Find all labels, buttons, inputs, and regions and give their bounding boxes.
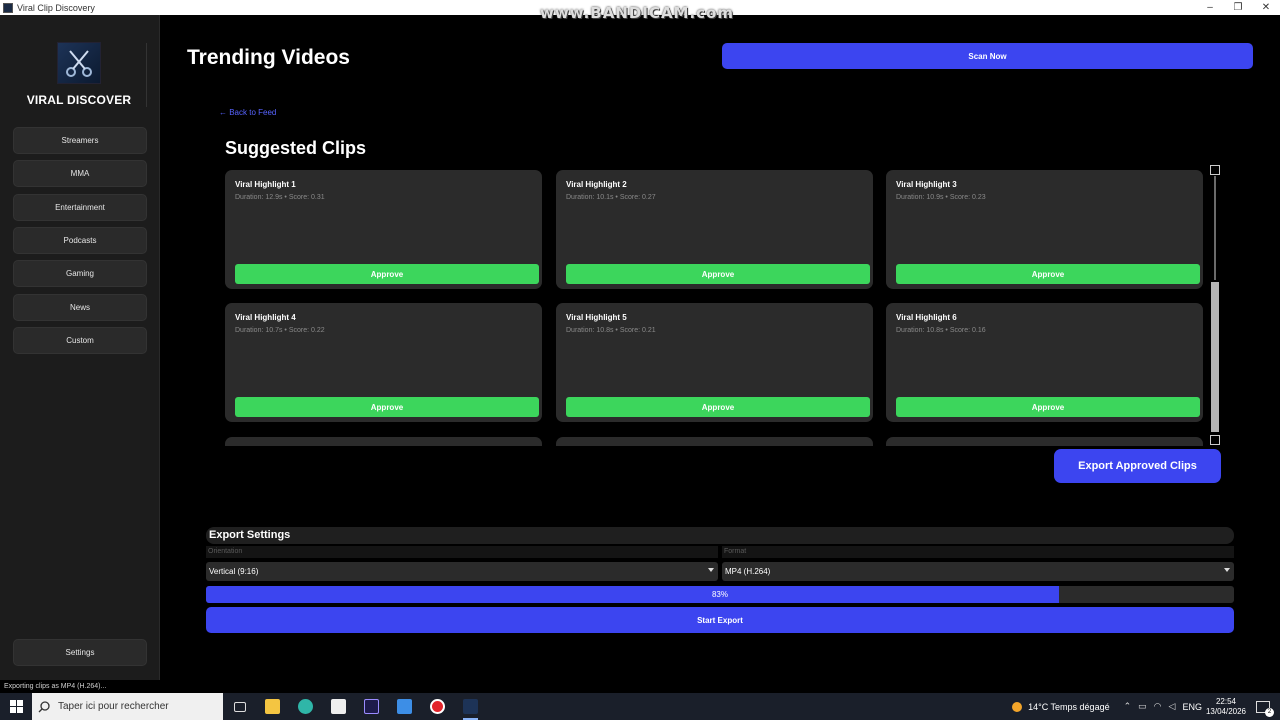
taskbar: Taper ici pour rechercher 14°C Temps dég… <box>0 693 1280 720</box>
scan-now-button[interactable]: Scan Now <box>722 43 1253 69</box>
clip-title: Viral Highlight 4 <box>235 313 296 322</box>
clip-card: Viral Highlight 2 Duration: 10.1s • Scor… <box>556 170 873 289</box>
clip-title: Viral Highlight 5 <box>566 313 627 322</box>
scroll-down-icon[interactable] <box>1210 435 1220 445</box>
sidebar-item-gaming[interactable]: Gaming <box>13 260 147 287</box>
clip-meta: Duration: 10.8s • Score: 0.21 <box>566 327 656 334</box>
clock-date: 13/04/2026 <box>1205 706 1246 716</box>
search-placeholder: Taper ici pour rechercher <box>58 701 169 712</box>
system-tray: 14°C Temps dégagé ⌃ ▭ ◠ ◁ ENG 22:54 13/0… <box>1012 693 1280 720</box>
bandicam-record-icon[interactable] <box>421 693 454 720</box>
scroll-track <box>1214 176 1216 280</box>
sidebar-item-podcasts[interactable]: Podcasts <box>13 227 147 254</box>
store-icon[interactable] <box>322 693 355 720</box>
export-settings-header: Export Settings <box>206 527 1234 544</box>
sidebar-item-mma[interactable]: MMA <box>13 160 147 187</box>
volume-icon[interactable]: ◁ <box>1169 701 1176 712</box>
task-view-icon[interactable] <box>223 693 256 720</box>
orientation-label: Orientation <box>206 546 718 558</box>
scroll-thumb[interactable] <box>1211 282 1219 432</box>
close-icon[interactable]: ✕ <box>1252 0 1280 15</box>
clip-title: Viral Highlight 1 <box>235 180 296 189</box>
export-settings-title: Export Settings <box>209 529 291 541</box>
edge-browser-icon[interactable] <box>289 693 322 720</box>
export-progress-bar: 83% <box>206 586 1234 603</box>
clip-card: Viral Highlight 5 Duration: 10.8s • Scor… <box>556 303 873 422</box>
scroll-up-icon[interactable] <box>1210 165 1220 175</box>
weather-widget[interactable]: 14°C Temps dégagé <box>1012 701 1110 712</box>
clip-card <box>556 437 873 446</box>
clip-meta: Duration: 10.1s • Score: 0.27 <box>566 194 656 201</box>
viral-discover-app-icon[interactable] <box>454 693 487 720</box>
page-title: Trending Videos <box>187 46 350 69</box>
format-select[interactable]: MP4 (H.264) <box>722 562 1234 581</box>
back-to-feed-link[interactable]: ← Back to Feed <box>219 108 276 117</box>
sidebar-item-custom[interactable]: Custom <box>13 327 147 354</box>
settings-button[interactable]: Settings <box>13 639 147 666</box>
clip-card: Viral Highlight 1 Duration: 12.9s • Scor… <box>225 170 542 289</box>
progress-text: 83% <box>711 590 728 599</box>
orientation-select[interactable]: Vertical (9:16) <box>206 562 718 581</box>
clip-card: Viral Highlight 6 Duration: 10.8s • Scor… <box>886 303 1203 422</box>
wifi-icon[interactable]: ◠ <box>1154 701 1162 712</box>
divider <box>146 43 147 107</box>
app-icon <box>3 2 13 13</box>
search-icon <box>38 700 50 712</box>
clock-time: 22:54 <box>1215 696 1236 706</box>
start-export-button[interactable]: Start Export <box>206 607 1234 633</box>
clip-meta: Duration: 10.9s • Score: 0.23 <box>896 194 986 201</box>
orientation-value: Vertical (9:16) <box>209 567 259 576</box>
sidebar-item-streamers[interactable]: Streamers <box>13 127 147 154</box>
file-explorer-icon[interactable] <box>256 693 289 720</box>
approve-button[interactable]: Approve <box>566 397 870 417</box>
scissors-icon <box>66 50 92 77</box>
clip-card <box>886 437 1203 446</box>
brand-name: VIRAL DISCOVER <box>26 93 132 107</box>
clip-card: Viral Highlight 4 Duration: 10.7s • Scor… <box>225 303 542 422</box>
mail-icon[interactable] <box>388 693 421 720</box>
clip-title: Viral Highlight 6 <box>896 313 957 322</box>
approve-button[interactable]: Approve <box>896 264 1200 284</box>
status-bar: Exporting clips as MP4 (H.264)... <box>0 680 1280 693</box>
network-icon[interactable]: ▭ <box>1138 701 1147 712</box>
section-title: Suggested Clips <box>225 138 367 158</box>
clips-scrollbar[interactable] <box>1209 164 1221 446</box>
clips-grid: Viral Highlight 1 Duration: 12.9s • Scor… <box>222 168 1207 446</box>
clip-meta: Duration: 10.8s • Score: 0.16 <box>896 327 986 334</box>
windows-start-icon[interactable] <box>0 693 32 720</box>
chevron-down-icon <box>1224 568 1230 572</box>
restore-icon[interactable]: ❐ <box>1224 0 1252 15</box>
approve-button[interactable]: Approve <box>235 397 539 417</box>
notification-icon[interactable]: 2 <box>1256 700 1274 717</box>
chevron-up-icon[interactable]: ⌃ <box>1124 701 1132 712</box>
sidebar: VIRAL DISCOVER Streamers MMA Entertainme… <box>0 15 160 680</box>
format-value: MP4 (H.264) <box>725 567 771 576</box>
weather-text: 14°C Temps dégagé <box>1028 701 1110 712</box>
format-label: Format <box>722 546 1234 558</box>
approve-button[interactable]: Approve <box>896 397 1200 417</box>
sidebar-item-entertainment[interactable]: Entertainment <box>13 194 147 221</box>
clip-card: Viral Highlight 3 Duration: 10.9s • Scor… <box>886 170 1203 289</box>
approve-button[interactable]: Approve <box>235 264 539 284</box>
clip-meta: Duration: 10.7s • Score: 0.22 <box>235 327 325 334</box>
moon-icon <box>1012 701 1023 712</box>
minimize-icon[interactable]: – <box>1196 0 1224 15</box>
sidebar-item-news[interactable]: News <box>13 294 147 321</box>
notification-count: 2 <box>1265 707 1274 717</box>
after-effects-icon[interactable] <box>355 693 388 720</box>
clip-title: Viral Highlight 2 <box>566 180 627 189</box>
recording-watermark: www.BANDICAM.com <box>540 4 735 22</box>
taskbar-search-input[interactable]: Taper ici pour rechercher <box>32 693 223 720</box>
export-approved-button[interactable]: Export Approved Clips <box>1054 449 1221 483</box>
language-indicator[interactable]: ENG <box>1182 702 1202 712</box>
clip-meta: Duration: 12.9s • Score: 0.31 <box>235 194 325 201</box>
approve-button[interactable]: Approve <box>566 264 870 284</box>
clock[interactable]: 22:54 13/04/2026 <box>1206 697 1246 717</box>
chevron-down-icon <box>708 568 714 572</box>
app-logo <box>57 42 101 84</box>
clip-title: Viral Highlight 3 <box>896 180 957 189</box>
clip-card <box>225 437 542 446</box>
